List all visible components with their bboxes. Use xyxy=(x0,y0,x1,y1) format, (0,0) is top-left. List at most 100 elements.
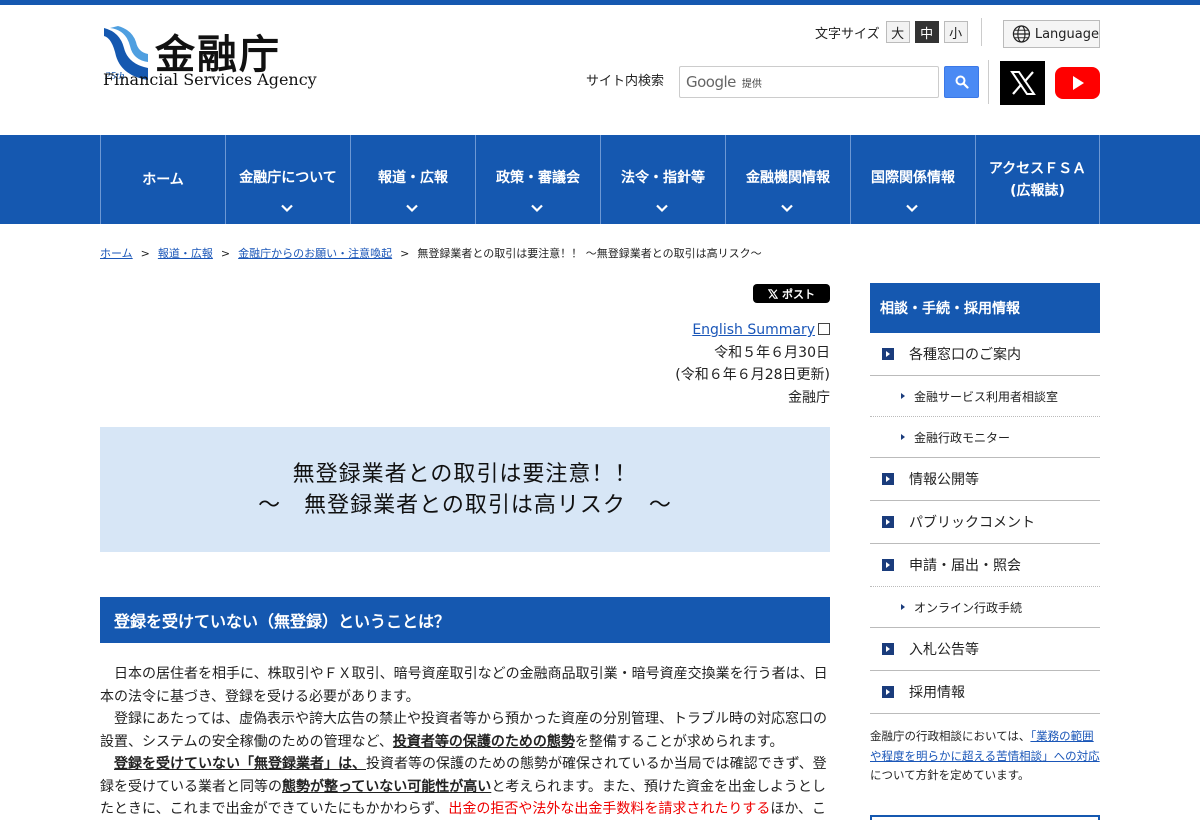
page-title-line1: 無登録業者との取引は要注意！！ xyxy=(292,461,638,487)
sidebar-item-public-comment[interactable]: パブリックコメント xyxy=(870,501,1100,544)
language-label: Language xyxy=(1034,26,1099,42)
nav-label: アクセスＦＳＡ xyxy=(988,160,1087,177)
search-icon xyxy=(955,75,969,89)
section-heading: 登録を受けていない（無登録）ということは？ xyxy=(100,597,830,643)
arrow-square-icon xyxy=(882,559,894,571)
article-body: 日本の居住者を相手に、株取引やＦＸ取引、暗号資産取引などの金融商品取引業・暗号資… xyxy=(100,663,830,820)
emphasis: 態勢が整っていない可能性が高い xyxy=(282,778,492,795)
google-provided-label: 提供 xyxy=(741,78,762,90)
nav-label: 報道・広報 xyxy=(378,169,448,186)
nav-item-international[interactable]: 国際関係情報 xyxy=(850,135,975,224)
nav-item-access-fsa[interactable]: アクセスＦＳＡ (広報誌) xyxy=(975,135,1100,224)
sidebar-item-applications[interactable]: 申請・届出・照会 xyxy=(870,544,1100,587)
font-size-medium-button[interactable]: 中 xyxy=(914,21,939,43)
youtube-play-icon xyxy=(1072,76,1084,90)
nav-label-sub: (広報誌) xyxy=(1010,182,1065,199)
arrow-square-icon xyxy=(882,348,894,360)
nav-label: 金融庁について xyxy=(239,169,337,186)
global-nav: ホーム 金融庁について 報道・広報 政策・審議会 法令・指針等 金融機関情報 国… xyxy=(0,135,1200,224)
publish-date: 令和５年６月30日 xyxy=(714,344,830,361)
sidebar-subitem-consumer-office[interactable]: 金融サービス利用者相談室 xyxy=(870,376,1100,417)
paragraph: 登録にあたっては、虚偽表示や誇大広告の禁止や投資者等から預かった資産の分別管理、… xyxy=(100,711,828,750)
logo-english-name: Financial Services Agency xyxy=(103,70,317,89)
paragraph: 日本の居住者を相手に、株取引やＦＸ取引、暗号資産取引などの金融商品取引業・暗号資… xyxy=(100,666,828,705)
page-title-line2: 〜 無登録業者との取引は高リスク 〜 xyxy=(258,492,672,518)
nav-item-about[interactable]: 金融庁について xyxy=(225,135,350,224)
chevron-down-icon xyxy=(281,204,293,213)
sidebar-next-box xyxy=(870,815,1100,820)
x-social-button[interactable] xyxy=(1000,61,1045,105)
breadcrumb-link-home[interactable]: ホーム xyxy=(100,247,133,260)
chevron-down-icon xyxy=(531,204,543,213)
breadcrumb-link-notices[interactable]: 金融庁からのお願い・注意喚起 xyxy=(238,247,392,260)
page-title: 無登録業者との取引は要注意！！ 〜 無登録業者との取引は高リスク 〜 xyxy=(100,427,830,552)
chevron-down-icon xyxy=(906,204,918,213)
publisher: 金融庁 xyxy=(788,389,830,406)
font-size-label: 文字サイズ xyxy=(815,26,880,42)
nav-item-policy[interactable]: 政策・審議会 xyxy=(475,135,600,224)
sidebar-subitem-online-procedures[interactable]: オンライン行政手続 xyxy=(870,587,1100,628)
english-summary-link[interactable]: English Summary xyxy=(692,322,815,338)
nav-label: ホーム xyxy=(142,171,184,188)
triangle-right-icon xyxy=(901,393,905,399)
breadcrumb: ホーム > 報道・広報 > 金融庁からのお願い・注意喚起 > 無登録業者との取引は要注意！！… xyxy=(100,245,762,261)
nav-item-laws[interactable]: 法令・指針等 xyxy=(600,135,725,224)
x-post-label: ポスト xyxy=(782,287,815,301)
chevron-down-icon xyxy=(781,204,793,213)
sidebar-item-contacts[interactable]: 各種窓口のご案内 xyxy=(870,333,1100,376)
sidebar-item-label: 申請・届出・照会 xyxy=(909,558,1021,574)
sidebar-item-bids[interactable]: 入札公告等 xyxy=(870,628,1100,671)
sidebar-item-label: 金融行政モニター xyxy=(914,430,1011,445)
site-logo[interactable]: 25th 金融庁 Financial Services Agency xyxy=(100,22,317,92)
paragraph: 登録を受けていない「無登録業者」は、投資者等の保護のための態勢が確保されているか… xyxy=(100,756,827,817)
breadcrumb-separator: > xyxy=(140,247,150,260)
breadcrumb-link-press[interactable]: 報道・広報 xyxy=(158,247,213,260)
site-search-label: サイト内検索 xyxy=(586,74,665,89)
nav-label: 法令・指針等 xyxy=(621,169,705,186)
sidebar-menu: 各種窓口のご案内 金融サービス利用者相談室 金融行政モニター 情報公開等 パブリ… xyxy=(870,333,1100,714)
arrow-square-icon xyxy=(882,473,894,485)
google-wordmark: Google xyxy=(686,73,736,91)
header-divider-social xyxy=(988,60,989,104)
site-search-input[interactable]: Google 提供 xyxy=(679,66,939,98)
globe-icon xyxy=(1012,25,1031,43)
breadcrumb-separator: > xyxy=(400,247,410,260)
sidebar-item-recruitment[interactable]: 採用情報 xyxy=(870,671,1100,714)
language-button[interactable]: Language xyxy=(1003,20,1100,48)
breadcrumb-current: 無登録業者との取引は要注意！！ 〜無登録業者との取引は高リスク〜 xyxy=(417,247,762,260)
triangle-right-icon xyxy=(901,604,905,610)
font-size-large-button[interactable]: 大 xyxy=(885,21,910,43)
font-size-small-button[interactable]: 小 xyxy=(943,21,968,43)
sidebar-item-disclosure[interactable]: 情報公開等 xyxy=(870,458,1100,501)
sidebar-heading: 相談・手続・採用情報 xyxy=(870,283,1100,333)
triangle-right-icon xyxy=(901,434,905,440)
arrow-square-icon xyxy=(882,516,894,528)
sidebar-item-label: 情報公開等 xyxy=(909,472,979,488)
sidebar-item-label: 入札公告等 xyxy=(909,642,979,658)
youtube-social-button[interactable] xyxy=(1055,67,1100,99)
sidebar-subitem-monitor[interactable]: 金融行政モニター xyxy=(870,417,1100,458)
sidebar-item-label: パブリックコメント xyxy=(909,515,1035,531)
emphasis: 登録を受けていない「無登録業者」は、 xyxy=(114,756,366,772)
article-meta: English Summary 令和５年６月30日 (令和６年６月28日更新) … xyxy=(675,319,830,409)
nav-item-press[interactable]: 報道・広報 xyxy=(350,135,475,224)
font-size-switcher: 文字サイズ 大 中 小 xyxy=(815,20,973,44)
nav-item-institutions[interactable]: 金融機関情報 xyxy=(725,135,850,224)
arrow-square-icon xyxy=(882,686,894,698)
nav-item-home[interactable]: ホーム xyxy=(100,135,225,224)
search-button[interactable] xyxy=(944,66,979,98)
warning-text: 出金の拒否や法外な出金手数料を請求されたりする xyxy=(448,801,771,817)
chevron-down-icon xyxy=(656,204,668,213)
nav-label: 政策・審議会 xyxy=(496,169,580,186)
x-logo-icon xyxy=(1009,71,1036,95)
emphasis: 投資者等の保護のための態勢 xyxy=(392,733,575,750)
x-post-button[interactable]: ポスト xyxy=(753,284,830,303)
updated-date: (令和６年６月28日更新) xyxy=(675,367,830,383)
chevron-down-icon xyxy=(406,204,418,213)
arrow-square-icon xyxy=(882,643,894,655)
sidebar-item-label: 各種窓口のご案内 xyxy=(909,347,1021,363)
nav-label: 国際関係情報 xyxy=(871,169,955,186)
sidebar-note: 金融庁の行政相談においては、「業務の範囲や程度を明らかに超える苦情相談」への対応… xyxy=(870,729,1100,782)
x-logo-icon xyxy=(768,288,778,299)
nav-label: 金融機関情報 xyxy=(746,169,830,186)
